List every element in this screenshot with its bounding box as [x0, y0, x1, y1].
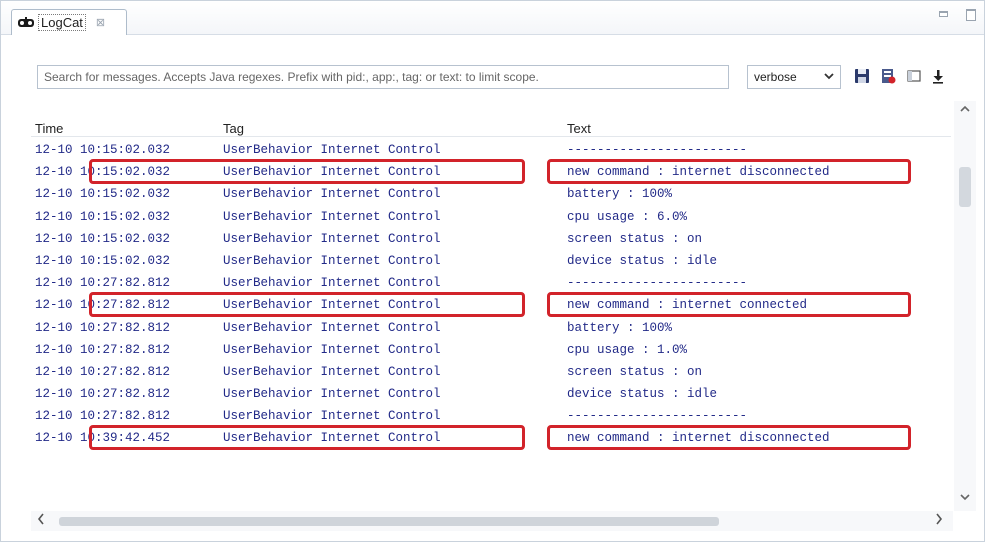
- close-icon[interactable]: ⊠: [96, 16, 105, 29]
- log-tag-cell: UserBehavior Internet Control: [223, 387, 441, 402]
- column-header-text[interactable]: Text: [567, 121, 591, 136]
- log-text-cell: battery : 100%: [567, 320, 673, 335]
- log-time-cell: 12-10 10:27:82.812: [35, 409, 171, 424]
- log-tag-cell: UserBehavior Internet Control: [223, 209, 441, 224]
- table-row[interactable]: 12-10 10:27:82.812 UserBehavior Internet …: [31, 272, 951, 294]
- log-text-cell: new command : internet connected: [567, 298, 808, 313]
- table-row[interactable]: 12-10 10:15:02.032 UserBehavior Internet …: [31, 250, 951, 272]
- log-tag-cell: UserBehavior Internet Control: [223, 342, 441, 357]
- log-level-select[interactable]: verbose: [747, 65, 841, 89]
- log-time-cell: 12-10 10:15:02.032: [35, 143, 171, 157]
- log-text-cell: ------------------------: [567, 143, 748, 157]
- log-level-value: verbose: [754, 70, 797, 84]
- log-text-cell: screen status : on: [567, 231, 703, 246]
- log-tag-cell: UserBehavior Internet Control: [223, 253, 441, 268]
- save-icon[interactable]: [853, 67, 871, 85]
- toggle-panel-icon[interactable]: [905, 67, 923, 85]
- minimize-icon[interactable]: [939, 11, 948, 17]
- log-time-cell: 12-10 10:27:82.812: [35, 387, 171, 402]
- vertical-scroll-thumb[interactable]: [959, 167, 971, 207]
- log-text-cell: screen status : on: [567, 364, 703, 379]
- table-row[interactable]: 12-10 10:15:02.032 UserBehavior Internet …: [31, 139, 951, 161]
- maximize-icon[interactable]: [966, 9, 976, 21]
- tab-logcat[interactable]: LogCat ⊠: [11, 9, 127, 35]
- scroll-down-icon[interactable]: [960, 493, 970, 504]
- table-row[interactable]: 12-10 10:15:02.032 UserBehavior Internet …: [31, 228, 951, 250]
- log-time-cell: 12-10 10:15:02.032: [35, 231, 171, 246]
- horizontal-scroll-thumb[interactable]: [59, 517, 719, 526]
- log-text-cell: battery : 100%: [567, 187, 673, 202]
- log-text-cell: new command : internet disconnected: [567, 431, 830, 446]
- scroll-lock-icon[interactable]: [929, 67, 947, 85]
- column-header-time[interactable]: Time: [35, 121, 63, 136]
- log-tag-cell: UserBehavior Internet Control: [223, 165, 441, 180]
- log-text-cell: device status : idle: [567, 253, 718, 268]
- log-tag-cell: UserBehavior Internet Control: [223, 431, 441, 446]
- table-row[interactable]: 12-10 10:27:82.812 UserBehavior Internet …: [31, 405, 951, 427]
- scroll-left-icon[interactable]: [37, 513, 45, 528]
- table-row[interactable]: 12-10 10:15:02.032 UserBehavior Internet …: [31, 183, 951, 205]
- log-time-cell: 12-10 10:15:02.032: [35, 253, 171, 268]
- log-tag-cell: UserBehavior Internet Control: [223, 231, 441, 246]
- log-text-cell: ------------------------: [567, 409, 748, 424]
- table-row[interactable]: 12-10 10:15:02.032 UserBehavior Internet …: [31, 159, 951, 185]
- log-rows: 12-10 10:15:02.032 UserBehavior Internet …: [31, 139, 951, 451]
- log-time-cell: 12-10 10:39:42.452: [35, 431, 171, 446]
- log-tag-cell: UserBehavior Internet Control: [223, 364, 441, 379]
- log-tag-cell: UserBehavior Internet Control: [223, 187, 441, 202]
- table-header: Time Tag Text: [31, 101, 951, 137]
- log-time-cell: 12-10 10:15:02.032: [35, 209, 171, 224]
- log-text-cell: cpu usage : 6.0%: [567, 209, 688, 224]
- log-text-cell: cpu usage : 1.0%: [567, 342, 688, 357]
- log-time-cell: 12-10 10:27:82.812: [35, 364, 171, 379]
- table-row[interactable]: 12-10 10:39:42.452 UserBehavior Internet …: [31, 425, 951, 451]
- log-tag-cell: UserBehavior Internet Control: [223, 276, 441, 291]
- scroll-right-icon[interactable]: [935, 513, 943, 528]
- table-row[interactable]: 12-10 10:27:82.812 UserBehavior Internet …: [31, 383, 951, 405]
- log-text-cell: new command : internet disconnected: [567, 165, 830, 180]
- log-time-cell: 12-10 10:15:02.032: [35, 187, 171, 202]
- log-text-cell: device status : idle: [567, 387, 718, 402]
- vertical-scrollbar[interactable]: [954, 101, 976, 511]
- table-row[interactable]: 12-10 10:15:02.032 UserBehavior Internet …: [31, 206, 951, 228]
- log-tag-cell: UserBehavior Internet Control: [223, 409, 441, 424]
- clear-log-icon[interactable]: [879, 67, 897, 85]
- search-input[interactable]: [37, 65, 729, 89]
- table-row[interactable]: 12-10 10:27:82.812 UserBehavior Internet …: [31, 292, 951, 318]
- table-row[interactable]: 12-10 10:27:82.812 UserBehavior Internet …: [31, 317, 951, 339]
- logcat-toolbar: verbose: [1, 35, 984, 101]
- view-tab-strip: LogCat ⊠: [1, 1, 984, 35]
- chevron-down-icon: [824, 72, 834, 83]
- log-time-cell: 12-10 10:27:82.812: [35, 298, 171, 313]
- log-time-cell: 12-10 10:27:82.812: [35, 276, 171, 291]
- horizontal-scrollbar[interactable]: [31, 511, 953, 531]
- table-row[interactable]: 12-10 10:27:82.812 UserBehavior Internet …: [31, 339, 951, 361]
- logcat-view: LogCat ⊠ verbose: [0, 0, 985, 542]
- column-header-tag[interactable]: Tag: [223, 121, 244, 136]
- log-tag-cell: UserBehavior Internet Control: [223, 143, 441, 157]
- log-table: Time Tag Text 12-10 10:15:02.032 UserBeha…: [31, 101, 951, 509]
- log-text-cell: ------------------------: [567, 276, 748, 291]
- scroll-up-icon[interactable]: [960, 105, 970, 116]
- logcat-icon: [18, 16, 34, 29]
- log-tag-cell: UserBehavior Internet Control: [223, 298, 441, 313]
- log-tag-cell: UserBehavior Internet Control: [223, 320, 441, 335]
- log-time-cell: 12-10 10:15:02.032: [35, 165, 171, 180]
- tab-label: LogCat: [38, 14, 86, 31]
- log-time-cell: 12-10 10:27:82.812: [35, 342, 171, 357]
- table-row[interactable]: 12-10 10:27:82.812 UserBehavior Internet …: [31, 361, 951, 383]
- log-time-cell: 12-10 10:27:82.812: [35, 320, 171, 335]
